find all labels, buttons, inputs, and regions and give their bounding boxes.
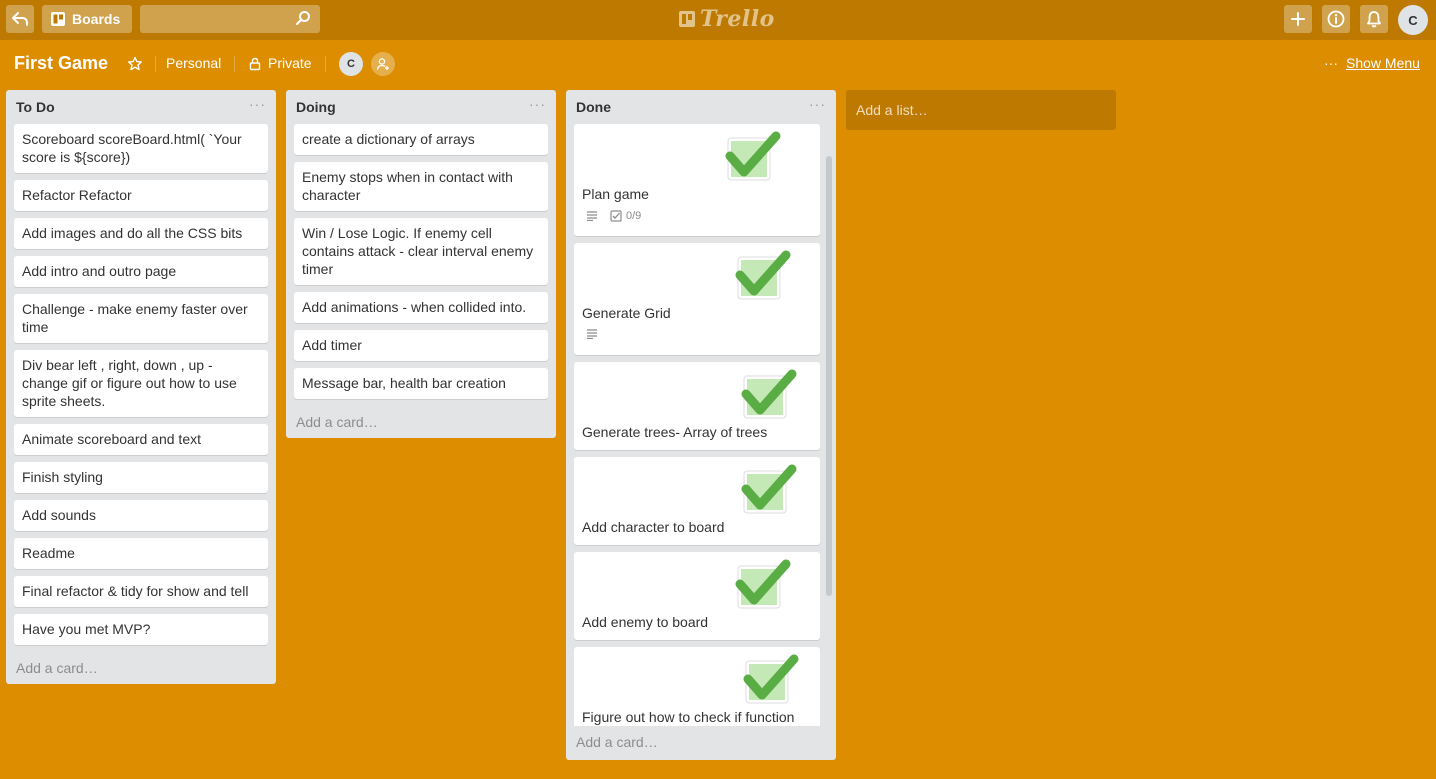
trello-logo[interactable]: Trello xyxy=(678,6,775,32)
logo-text: Trello xyxy=(700,6,775,32)
card-badges: 0/9 xyxy=(586,210,641,222)
card[interactable]: create a dictionary of arrays xyxy=(294,124,548,155)
list-menu-button[interactable]: ··· xyxy=(249,96,266,112)
card[interactable]: Final refactor & tidy for show and tell xyxy=(14,576,268,607)
visibility-button[interactable]: Private xyxy=(268,55,312,71)
board-title[interactable]: First Game xyxy=(14,53,108,74)
list-menu-button[interactable]: ··· xyxy=(529,96,546,112)
plus-icon xyxy=(1291,12,1305,26)
boards-label: Boards xyxy=(72,11,121,27)
add-person-icon xyxy=(376,58,389,70)
add-card-button[interactable]: Add a card… xyxy=(286,406,556,438)
list-doing: Doing ··· create a dictionary of arrays … xyxy=(286,90,556,438)
list-title[interactable]: Done xyxy=(576,99,611,115)
list-title[interactable]: To Do xyxy=(16,99,55,115)
card-title: Add enemy to board xyxy=(582,614,709,630)
checkmark-icon xyxy=(741,464,797,514)
lock-icon xyxy=(249,57,261,71)
card[interactable]: Refactor Refactor xyxy=(14,180,268,211)
list-header: To Do ··· xyxy=(6,90,276,122)
add-member-button[interactable] xyxy=(371,52,395,76)
boards-icon xyxy=(51,12,65,26)
add-card-button[interactable]: Add a card… xyxy=(6,652,276,684)
boards-button[interactable]: Boards xyxy=(42,5,132,33)
card-title: Generate trees- Array of trees xyxy=(582,424,768,440)
card-title: Generate Grid xyxy=(582,305,671,321)
card[interactable]: Enemy stops when in contact with charact… xyxy=(294,162,548,211)
card[interactable]: Message bar, health bar creation xyxy=(294,368,548,399)
card[interactable]: Add animations - when collided into. xyxy=(294,292,548,323)
card[interactable]: Finish styling xyxy=(14,462,268,493)
card-title: Figure out how to check if function xyxy=(582,709,795,725)
back-button[interactable] xyxy=(6,5,34,33)
star-icon[interactable] xyxy=(127,56,143,72)
list-done: Done ··· Plan game 0/9 Generate Grid Gen… xyxy=(566,90,836,760)
card[interactable]: Readme xyxy=(14,538,268,569)
card[interactable]: Add sounds xyxy=(14,500,268,531)
checkmark-icon xyxy=(743,654,799,704)
header-divider xyxy=(155,56,156,72)
list-to-do: To Do ··· Scoreboard scoreBoard.html( `Y… xyxy=(6,90,276,684)
card[interactable]: Add character to board xyxy=(574,457,820,545)
header-divider xyxy=(325,56,326,72)
trello-logo-icon xyxy=(679,11,695,27)
card[interactable]: Generate Grid xyxy=(574,243,820,355)
description-icon xyxy=(587,211,597,221)
card[interactable]: Plan game 0/9 xyxy=(574,124,820,236)
card[interactable]: Add intro and outro page xyxy=(14,256,268,287)
checkmark-icon xyxy=(725,131,781,181)
card[interactable]: Add enemy to board xyxy=(574,552,820,640)
create-button[interactable] xyxy=(1284,5,1312,33)
info-icon xyxy=(1327,10,1345,28)
list-header: Done ··· xyxy=(566,90,836,122)
card[interactable]: Challenge - make enemy faster over time xyxy=(14,294,268,343)
card[interactable]: Win / Lose Logic. If enemy cell contains… xyxy=(294,218,548,285)
card[interactable]: Have you met MVP? xyxy=(14,614,268,645)
add-card-button[interactable]: Add a card… xyxy=(566,726,836,758)
checkmark-icon xyxy=(741,369,797,419)
user-avatar[interactable]: C xyxy=(1398,5,1428,35)
card[interactable]: Scoreboard scoreBoard.html( `Your score … xyxy=(14,124,268,173)
card-title: Plan game xyxy=(582,186,649,202)
card-title: Add character to board xyxy=(582,519,725,535)
notifications-button[interactable] xyxy=(1360,5,1388,33)
search-icon[interactable] xyxy=(295,10,311,26)
show-menu-label: Show Menu xyxy=(1346,55,1420,71)
card[interactable]: Add images and do all the CSS bits xyxy=(14,218,268,249)
list-header: Doing ··· xyxy=(286,90,556,122)
team-button[interactable]: Personal xyxy=(166,55,221,71)
card[interactable]: Figure out how to check if function xyxy=(574,647,820,726)
header-divider xyxy=(234,56,235,72)
back-arrow-icon xyxy=(12,12,28,26)
checkmark-icon xyxy=(735,250,791,300)
member-avatar[interactable]: C xyxy=(339,52,363,76)
card-badges xyxy=(586,329,598,339)
bell-icon xyxy=(1367,11,1381,28)
search-input[interactable] xyxy=(140,5,320,33)
card[interactable]: Div bear left , right, down , up - chang… xyxy=(14,350,268,417)
list-title[interactable]: Doing xyxy=(296,99,336,115)
show-menu-button[interactable]: ··· Show Menu xyxy=(1324,55,1420,71)
checklist-badge: 0/9 xyxy=(610,210,641,222)
card[interactable]: Animate scoreboard and text xyxy=(14,424,268,455)
card[interactable]: Add timer xyxy=(294,330,548,361)
menu-dots-icon: ··· xyxy=(1324,55,1338,71)
list-menu-button[interactable]: ··· xyxy=(809,96,826,112)
checklist-icon xyxy=(610,210,622,222)
list-scrollbar[interactable] xyxy=(826,156,832,596)
checklist-count: 0/9 xyxy=(626,210,642,222)
checkmark-icon xyxy=(735,559,791,609)
add-list-button[interactable]: Add a list… xyxy=(846,90,1116,130)
info-button[interactable] xyxy=(1322,5,1350,33)
top-header: Boards Trello C xyxy=(0,0,1436,40)
description-icon xyxy=(587,329,597,339)
done-cards-container: Plan game 0/9 Generate Grid Generate tre… xyxy=(566,122,836,726)
card[interactable]: Generate trees- Array of trees xyxy=(574,362,820,450)
